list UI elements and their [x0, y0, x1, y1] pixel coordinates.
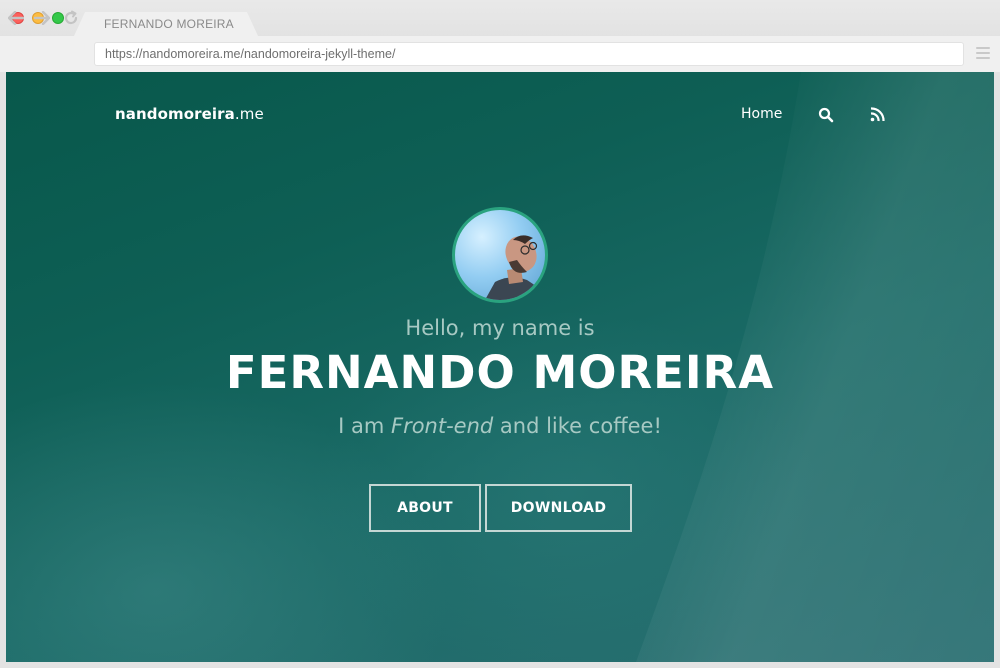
tagline-suffix: and like coffee!	[493, 414, 662, 438]
back-arrow-icon[interactable]	[6, 8, 26, 28]
tagline-prefix: I am	[338, 414, 391, 438]
search-icon[interactable]	[818, 107, 834, 123]
brand-name: nandomoreira	[115, 105, 235, 123]
tagline-emphasis: Front-end	[390, 414, 494, 438]
page-viewport: nandomoreira.me Home Hello, my name is F…	[6, 72, 994, 662]
tab-title: FERNANDO MOREIRA	[104, 17, 234, 31]
profile-photo-icon	[485, 235, 545, 300]
avatar	[452, 207, 548, 303]
address-bar[interactable]: https://nandomoreira.me/nandomoreira-jek…	[94, 42, 964, 66]
nav-home-link[interactable]: Home	[741, 106, 782, 122]
forward-arrow-icon[interactable]	[32, 8, 52, 28]
brand-suffix: .me	[234, 105, 264, 123]
rss-icon[interactable]	[870, 107, 885, 122]
reload-icon[interactable]	[61, 8, 81, 28]
hero-name: FERNANDO MOREIRA	[225, 346, 775, 399]
address-text: https://nandomoreira.me/nandomoreira-jek…	[105, 47, 396, 61]
site-brand-link[interactable]: nandomoreira.me	[115, 105, 264, 123]
greeting-text: Hello, my name is	[405, 316, 595, 340]
hamburger-menu-icon[interactable]	[976, 47, 990, 61]
about-button[interactable]: ABOUT	[369, 484, 481, 532]
download-button[interactable]: DOWNLOAD	[485, 484, 632, 532]
tagline: I am Front-end and like coffee!	[6, 414, 994, 438]
